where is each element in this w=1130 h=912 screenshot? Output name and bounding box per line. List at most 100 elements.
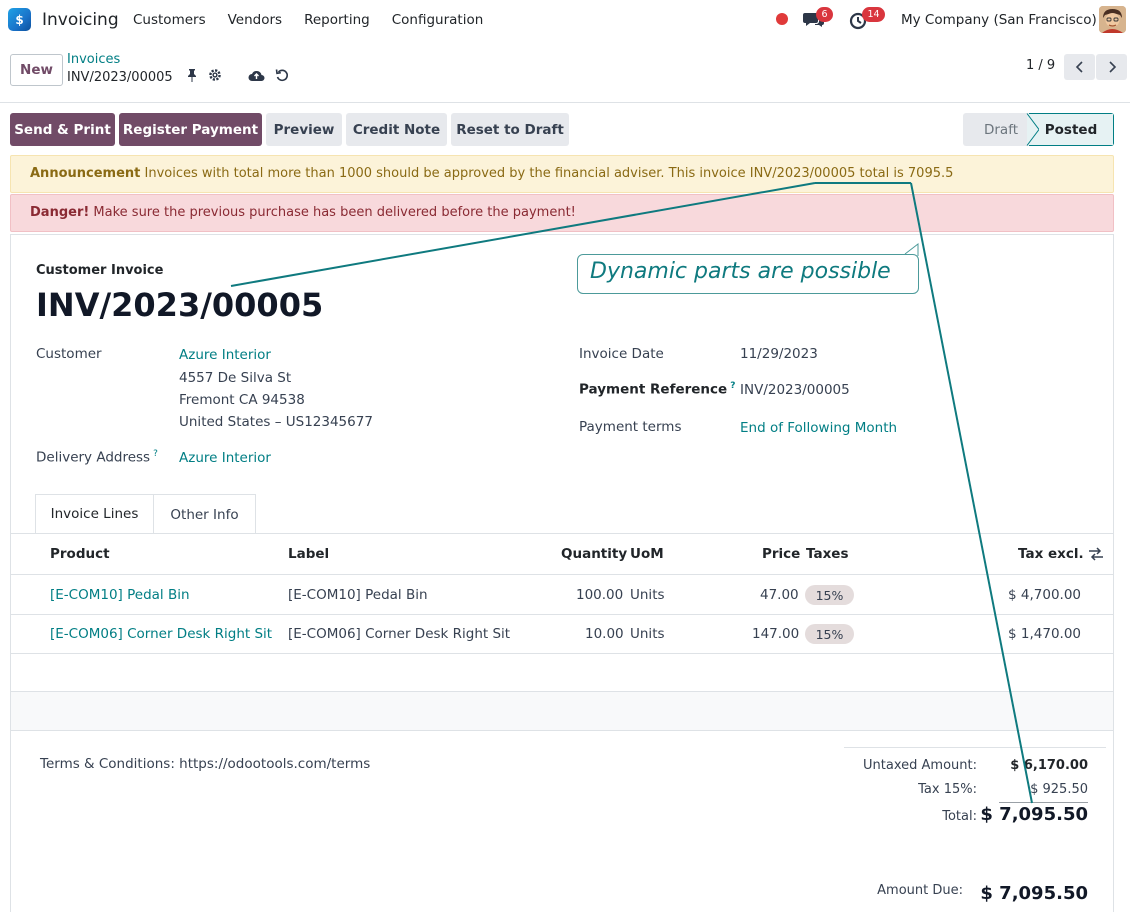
menu-customers[interactable]: Customers <box>133 12 206 28</box>
tax-value: $ 925.50 <box>1030 782 1088 797</box>
announcement-label: Announcement <box>30 166 141 181</box>
untaxed-amount-label: Untaxed Amount: <box>863 758 977 773</box>
presence-status-icon[interactable] <box>776 13 788 25</box>
col-uom[interactable]: UoM <box>630 546 664 562</box>
danger-label: Danger! <box>30 205 90 220</box>
danger-alert: Danger! Make sure the previous purchase … <box>10 194 1114 232</box>
breadcrumb-invoices[interactable]: Invoices <box>67 52 120 67</box>
row-divider <box>11 730 1113 731</box>
untaxed-amount-value: $ 6,170.00 <box>1010 758 1088 773</box>
total-value: $ 7,095.50 <box>980 804 1088 825</box>
payment-reference-field[interactable]: INV/2023/00005 <box>740 382 850 398</box>
tab-other-info[interactable]: Other Info <box>154 494 256 534</box>
menu-vendors[interactable]: Vendors <box>228 12 282 28</box>
col-price[interactable]: Price <box>762 546 800 562</box>
menu-reporting[interactable]: Reporting <box>304 12 370 28</box>
activities-count-badge: 14 <box>862 7 885 22</box>
amount-due-value: $ 7,095.50 <box>980 883 1088 904</box>
invoice-date-field[interactable]: 11/29/2023 <box>740 346 818 362</box>
row-product[interactable]: [E-COM10] Pedal Bin <box>50 587 190 603</box>
cloud-save-icon[interactable] <box>248 69 265 82</box>
status-posted[interactable]: Posted <box>1029 113 1114 146</box>
row-divider <box>11 614 1113 615</box>
new-button[interactable]: New <box>10 54 63 86</box>
col-tax-excl[interactable]: Tax excl. <box>1018 546 1084 562</box>
row-uom[interactable]: Units <box>630 587 665 603</box>
announcement-alert: Announcement Invoices with total more th… <box>10 155 1114 193</box>
help-icon: ? <box>730 381 736 391</box>
register-payment-button[interactable]: Register Payment <box>119 113 262 146</box>
send-print-button[interactable]: Send & Print <box>10 113 115 146</box>
discard-undo-icon[interactable] <box>275 68 289 82</box>
record-actions <box>186 68 289 82</box>
status-bar: Draft Posted <box>963 113 1114 146</box>
customer-field[interactable]: Azure Interior <box>179 347 271 363</box>
delivery-address-field[interactable]: Azure Interior <box>179 450 271 466</box>
total-label: Total: <box>942 809 977 824</box>
customer-address-line-3: United States – US12345677 <box>179 414 373 430</box>
row-tax-badge[interactable]: 15% <box>805 624 854 644</box>
user-avatar[interactable] <box>1099 6 1126 33</box>
chevron-left-icon <box>1075 61 1083 73</box>
row-price[interactable]: 47.00 <box>760 587 799 603</box>
row-subtotal: $ 4,700.00 <box>1008 587 1081 603</box>
payment-terms-field[interactable]: End of Following Month <box>740 420 897 436</box>
gear-icon[interactable] <box>208 68 222 82</box>
credit-note-button[interactable]: Credit Note <box>346 113 447 146</box>
row-product[interactable]: [E-COM06] Corner Desk Right Sit <box>50 626 272 642</box>
company-switcher[interactable]: My Company (San Francisco) <box>901 12 1097 28</box>
help-icon: ? <box>153 449 158 459</box>
col-quantity[interactable]: Quantity <box>561 546 627 562</box>
status-draft[interactable]: Draft <box>963 113 1039 146</box>
user-avatar-icon <box>1099 6 1126 33</box>
main-menu: Customers Vendors Reporting Configuratio… <box>133 12 505 28</box>
customer-label: Customer <box>36 346 102 362</box>
totals-top-divider <box>844 747 1106 748</box>
row-divider <box>11 574 1113 575</box>
col-label[interactable]: Label <box>288 546 329 562</box>
row-price[interactable]: 147.00 <box>752 626 799 642</box>
app-name[interactable]: Invoicing <box>42 10 119 30</box>
column-settings-icon[interactable] <box>1088 547 1104 561</box>
payment-reference-label: Payment Reference? <box>579 381 736 398</box>
reset-to-draft-button[interactable]: Reset to Draft <box>451 113 569 146</box>
danger-text: Make sure the previous purchase has been… <box>89 205 576 220</box>
pager-value[interactable]: 1 / 9 <box>1026 58 1055 73</box>
pager-next-button[interactable] <box>1096 54 1127 80</box>
amount-due-label: Amount Due: <box>877 883 963 898</box>
preview-button[interactable]: Preview <box>266 113 342 146</box>
messages-count-badge: 6 <box>816 7 833 22</box>
menu-configuration[interactable]: Configuration <box>392 12 484 28</box>
tax-label: Tax 15%: <box>918 782 977 797</box>
control-panel-divider <box>0 102 1130 103</box>
col-product[interactable]: Product <box>50 546 110 562</box>
customer-address-line-2: Fremont CA 94538 <box>179 392 305 408</box>
invoice-number-title: INV/2023/00005 <box>36 286 324 324</box>
document-type: Customer Invoice <box>36 263 164 278</box>
row-tax-badge[interactable]: 15% <box>805 585 854 605</box>
tab-invoice-lines[interactable]: Invoice Lines <box>35 494 154 534</box>
col-taxes[interactable]: Taxes <box>806 546 848 562</box>
row-divider <box>11 653 1113 654</box>
customer-address-line-1: 4557 De Silva St <box>179 370 292 386</box>
row-subtotal: $ 1,470.00 <box>1008 626 1081 642</box>
announcement-text: Invoices with total more than 1000 shoul… <box>140 166 954 181</box>
row-label[interactable]: [E-COM06] Corner Desk Right Sit <box>288 626 510 642</box>
total-divider <box>999 802 1088 803</box>
row-uom[interactable]: Units <box>630 626 665 642</box>
pin-icon[interactable] <box>186 68 198 82</box>
invoicing-app-icon[interactable]: $ <box>8 8 31 31</box>
table-footer-row <box>11 692 1113 730</box>
annotation-callout: Dynamic parts are possible <box>577 254 919 294</box>
tabs-divider <box>10 533 1114 534</box>
terms-and-conditions[interactable]: Terms & Conditions: https://odootools.co… <box>40 756 370 772</box>
breadcrumb-current-record: INV/2023/00005 <box>67 70 173 85</box>
pager-previous-button[interactable] <box>1064 54 1095 80</box>
row-label[interactable]: [E-COM10] Pedal Bin <box>288 587 428 603</box>
payment-terms-label: Payment terms <box>579 419 682 435</box>
invoice-date-label: Invoice Date <box>579 346 664 362</box>
row-quantity[interactable]: 100.00 <box>576 587 623 603</box>
row-quantity[interactable]: 10.00 <box>585 626 624 642</box>
delivery-address-label: Delivery Address? <box>36 449 158 466</box>
chevron-right-icon <box>1108 61 1116 73</box>
